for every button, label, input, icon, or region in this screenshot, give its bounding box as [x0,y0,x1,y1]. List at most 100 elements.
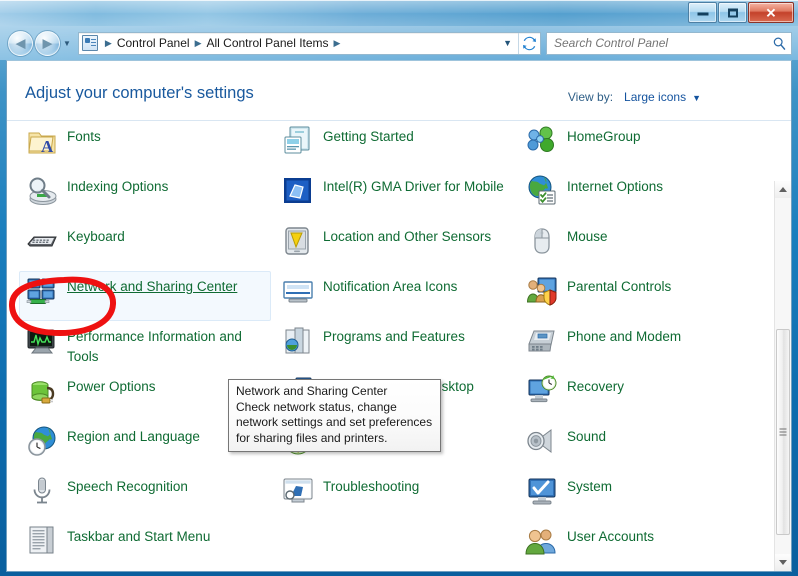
scroll-down-button[interactable] [775,554,791,571]
sound-icon [525,424,559,458]
refresh-icon [522,36,536,50]
control-panel-item-homegroup[interactable]: HomeGroup [519,121,771,171]
maximize-icon [727,8,738,17]
notification-area-icons-icon [281,274,315,308]
content-pane: Adjust your computer's settings View by:… [6,60,792,572]
item-label: Performance Information and Tools [67,329,242,364]
view-by-value[interactable]: Large icons [624,90,686,104]
control-panel-item-notification-area-icons[interactable]: Notification Area Icons [275,271,527,321]
performance-information-icon [25,324,59,358]
item-label: Power Options [67,379,156,394]
speech-recognition-icon [25,474,59,508]
icon-column-1: A Fonts Indexing Options Keyboard Networ… [19,121,271,571]
control-panel-icon [81,35,98,51]
control-panel-item-intel-gma-driver-for-mobile[interactable]: Intel(R) GMA Driver for Mobile [275,171,527,221]
tooltip-title: Network and Sharing Center [236,384,388,398]
vertical-scrollbar[interactable] [774,181,791,571]
search-box[interactable] [546,31,792,55]
scroll-up-button[interactable] [775,181,791,198]
control-panel-item-location-and-other-sensors[interactable]: Location and Other Sensors [275,221,527,271]
control-panel-item-sound[interactable]: Sound [519,421,771,471]
control-panel-item-getting-started[interactable]: Getting Started [275,121,527,171]
power-options-icon [25,374,59,408]
chevron-up-icon [779,187,787,192]
control-panel-item-internet-options[interactable]: Internet Options [519,171,771,221]
location-and-other-sensors-icon [281,224,315,258]
icon-grid-scroll-area: A Fonts Indexing Options Keyboard Networ… [7,121,791,571]
control-panel-item-parental-controls[interactable]: Parental Controls [519,271,771,321]
forward-button[interactable]: ▶ [35,30,60,56]
intel-gma-driver-icon [281,174,315,208]
back-button[interactable]: ◀ [8,30,33,56]
homegroup-icon [525,124,559,158]
item-label: Fonts [67,129,101,144]
svg-text:A: A [41,137,54,156]
breadcrumb-item-all-control-panel-items[interactable]: All Control Panel Items [206,36,328,50]
window-title-bar: ✕ [0,0,798,26]
search-icon [772,36,787,51]
icon-column-3: HomeGroup Internet Options Mouse Parenta… [519,121,771,571]
control-panel-item-performance-information-and-tools[interactable]: Performance Information and Tools [19,321,271,371]
parental-controls-icon [525,274,559,308]
minimize-button[interactable] [688,2,717,23]
item-label: Sound [567,429,607,444]
control-panel-item-phone-and-modem[interactable]: Phone and Modem [519,321,771,371]
item-label: Getting Started [323,129,414,144]
close-icon: ✕ [765,5,777,20]
refresh-button[interactable] [518,32,539,54]
search-input[interactable] [554,36,772,50]
forward-arrow-icon: ▶ [42,35,53,51]
control-panel-item-fonts[interactable]: A Fonts [19,121,271,171]
breadcrumb-item-control-panel[interactable]: Control Panel [117,36,190,50]
tooltip: Network and Sharing Center Check network… [228,379,441,452]
item-label: Mouse [567,229,608,244]
address-dropdown-button[interactable]: ▼ [497,38,518,48]
item-label: Troubleshooting [323,479,420,494]
back-arrow-icon: ◀ [15,35,26,51]
item-label: Indexing Options [67,179,169,194]
control-panel-item-recovery[interactable]: Recovery [519,371,771,421]
breadcrumb-separator[interactable]: ▶ [190,38,207,49]
control-panel-item-system[interactable]: System [519,471,771,521]
fonts-icon: A [25,124,59,158]
window-controls: ✕ [687,2,794,23]
item-label: Parental Controls [567,279,672,294]
control-panel-item-indexing-options[interactable]: Indexing Options [19,171,271,221]
page-title: Adjust your computer's settings [25,84,254,102]
recovery-icon [525,374,559,408]
view-by-label: View by: [567,90,614,104]
item-label: Network and Sharing Center [67,279,238,294]
breadcrumb-address-box[interactable]: ▶ Control Panel ▶ All Control Panel Item… [77,31,541,55]
item-label: Region and Language [67,429,200,444]
control-panel-item-mouse[interactable]: Mouse [519,221,771,271]
item-label: Recovery [567,379,625,394]
chevron-down-icon[interactable]: ▼ [692,93,701,103]
content-header: Adjust your computer's settings View by:… [7,61,791,121]
item-label: Taskbar and Start Menu [67,529,211,544]
scrollbar-thumb[interactable] [776,329,790,535]
indexing-options-icon [25,174,59,208]
view-by-control: View by: Large icons ▼ [568,90,701,104]
control-panel-item-user-accounts[interactable]: User Accounts [519,521,771,571]
control-panel-item-speech-recognition[interactable]: Speech Recognition [19,471,271,521]
control-panel-item-troubleshooting[interactable]: Troubleshooting [275,471,527,521]
item-label: Internet Options [567,179,664,194]
item-label: Speech Recognition [67,479,188,494]
internet-options-icon [525,174,559,208]
tooltip-body: Check network status, change network set… [236,399,433,445]
close-button[interactable]: ✕ [748,2,794,23]
maximize-button[interactable] [718,2,747,23]
region-and-language-icon [25,424,59,458]
phone-and-modem-icon [525,324,559,358]
recent-pages-dropdown[interactable]: ▼ [63,39,71,48]
navigation-buttons: ◀ ▶ ▼ [8,30,71,56]
mouse-icon [525,224,559,258]
control-panel-item-network-and-sharing-center[interactable]: Network and Sharing Center [19,271,271,321]
control-panel-item-taskbar-and-start-menu[interactable]: Taskbar and Start Menu [19,521,271,571]
minimize-icon [697,12,708,16]
breadcrumb-separator[interactable]: ▶ [329,38,346,49]
breadcrumb-separator[interactable]: ▶ [100,38,117,49]
control-panel-item-keyboard[interactable]: Keyboard [19,221,271,271]
item-label: Notification Area Icons [323,279,458,294]
control-panel-item-programs-and-features[interactable]: Programs and Features [275,321,527,371]
